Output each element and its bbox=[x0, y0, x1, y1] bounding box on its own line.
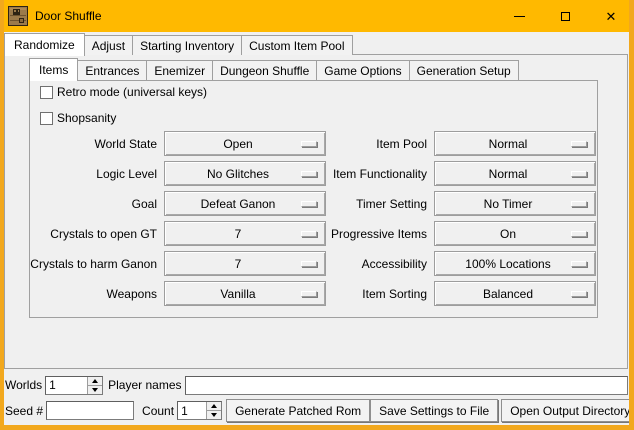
tab-starting-inventory[interactable]: Starting Inventory bbox=[132, 35, 242, 55]
tab-randomize[interactable]: Randomize bbox=[4, 33, 85, 56]
worlds-label: Worlds bbox=[5, 378, 42, 392]
seed-label: Seed # bbox=[5, 404, 43, 418]
dropdown-indicator-icon bbox=[571, 231, 587, 237]
checkbox-icon[interactable] bbox=[40, 112, 53, 125]
randomize-pane: Items Entrances Enemizer Dungeon Shuffle… bbox=[4, 54, 628, 369]
tab-entrances[interactable]: Entrances bbox=[77, 60, 147, 80]
minimize-button[interactable] bbox=[496, 0, 542, 32]
timer-setting-dropdown[interactable]: No Timer bbox=[434, 191, 596, 216]
crystals-gt-label: Crystals to open GT bbox=[30, 221, 164, 246]
world-state-dropdown[interactable]: Open bbox=[164, 131, 326, 156]
crystals-ganon-dropdown[interactable]: 7 bbox=[164, 251, 326, 276]
tab-dungeon-shuffle[interactable]: Dungeon Shuffle bbox=[212, 60, 317, 80]
dropdown-indicator-icon bbox=[571, 201, 587, 207]
window: Door Shuffle ✕ Randomize Adjust Starting… bbox=[0, 0, 634, 430]
count-label: Count bbox=[142, 404, 174, 418]
worlds-spinner[interactable] bbox=[45, 376, 103, 395]
window-content: Randomize Adjust Starting Inventory Cust… bbox=[4, 32, 629, 425]
player-names-input[interactable] bbox=[185, 376, 629, 395]
item-pool-label: Item Pool bbox=[326, 131, 434, 156]
spin-down-button[interactable] bbox=[88, 385, 102, 394]
maximize-icon bbox=[561, 12, 570, 21]
app-icon door-icon bbox=[8, 6, 28, 26]
world-state-label: World State bbox=[30, 131, 164, 156]
dropdown-indicator-icon bbox=[301, 291, 317, 297]
dropdown-indicator-icon bbox=[301, 261, 317, 267]
goal-dropdown[interactable]: Defeat Ganon bbox=[164, 191, 326, 216]
progressive-items-dropdown[interactable]: On bbox=[434, 221, 596, 246]
spin-down-button[interactable] bbox=[207, 410, 221, 419]
window-title: Door Shuffle bbox=[35, 9, 102, 23]
item-sorting-label: Item Sorting bbox=[326, 281, 434, 306]
goal-label: Goal bbox=[30, 191, 164, 216]
shopsanity-checkbox[interactable]: Shopsanity bbox=[40, 111, 116, 125]
progressive-items-label: Progressive Items bbox=[326, 221, 434, 246]
generate-patched-rom-button[interactable]: Generate Patched Rom bbox=[226, 399, 370, 422]
logic-level-dropdown[interactable]: No Glitches bbox=[164, 161, 326, 186]
items-pane: Retro mode (universal keys) Shopsanity W… bbox=[29, 80, 598, 318]
item-sorting-dropdown[interactable]: Balanced bbox=[434, 281, 596, 306]
spin-up-button[interactable] bbox=[88, 377, 102, 385]
dropdown-indicator-icon bbox=[571, 171, 587, 177]
tab-custom-item-pool[interactable]: Custom Item Pool bbox=[241, 35, 352, 55]
item-functionality-label: Item Functionality bbox=[326, 161, 434, 186]
count-value-input[interactable] bbox=[178, 402, 206, 419]
tab-game-options[interactable]: Game Options bbox=[316, 60, 409, 80]
count-spinner[interactable] bbox=[177, 401, 222, 420]
checkbox-icon[interactable] bbox=[40, 86, 53, 99]
item-functionality-dropdown[interactable]: Normal bbox=[434, 161, 596, 186]
spin-down-icon bbox=[211, 413, 217, 417]
retro-mode-checkbox[interactable]: Retro mode (universal keys) bbox=[40, 85, 207, 99]
settings-grid: World State Open Item Pool Normal Logic … bbox=[30, 131, 596, 306]
accessibility-label: Accessibility bbox=[326, 251, 434, 276]
spin-down-icon bbox=[92, 388, 98, 392]
tab-adjust[interactable]: Adjust bbox=[84, 35, 133, 55]
tab-enemizer[interactable]: Enemizer bbox=[146, 60, 213, 80]
dropdown-indicator-icon bbox=[301, 171, 317, 177]
timer-setting-label: Timer Setting bbox=[326, 191, 434, 216]
inner-tab-bar: Items Entrances Enemizer Dungeon Shuffle… bbox=[29, 58, 518, 80]
window-controls: ✕ bbox=[496, 0, 634, 32]
open-output-directory-button[interactable]: Open Output Directory bbox=[501, 399, 634, 422]
spin-up-icon bbox=[211, 404, 217, 408]
spin-up-icon bbox=[92, 379, 98, 383]
logic-level-label: Logic Level bbox=[30, 161, 164, 186]
spin-up-button[interactable] bbox=[207, 402, 221, 410]
weapons-dropdown[interactable]: Vanilla bbox=[164, 281, 326, 306]
titlebar: Door Shuffle ✕ bbox=[0, 0, 634, 32]
dropdown-indicator-icon bbox=[301, 201, 317, 207]
shopsanity-label: Shopsanity bbox=[57, 111, 116, 125]
worlds-value-input[interactable] bbox=[46, 377, 87, 394]
weapons-label: Weapons bbox=[30, 281, 164, 306]
crystals-ganon-label: Crystals to harm Ganon bbox=[30, 251, 164, 276]
item-pool-dropdown[interactable]: Normal bbox=[434, 131, 596, 156]
dropdown-indicator-icon bbox=[571, 291, 587, 297]
worlds-row: Worlds Player names bbox=[5, 375, 628, 395]
dropdown-indicator-icon bbox=[571, 141, 587, 147]
accessibility-dropdown[interactable]: 100% Locations bbox=[434, 251, 596, 276]
player-names-label: Player names bbox=[108, 378, 181, 392]
close-icon: ✕ bbox=[606, 10, 617, 23]
outer-tab-bar: Randomize Adjust Starting Inventory Cust… bbox=[4, 33, 352, 55]
retro-mode-label: Retro mode (universal keys) bbox=[57, 85, 207, 99]
maximize-button[interactable] bbox=[542, 0, 588, 32]
seed-row: Seed # Count Generate Patched Rom Save S… bbox=[5, 399, 628, 422]
dropdown-indicator-icon bbox=[301, 141, 317, 147]
minimize-icon bbox=[514, 16, 525, 17]
seed-input[interactable] bbox=[46, 401, 134, 420]
dropdown-indicator-icon bbox=[301, 231, 317, 237]
tab-generation-setup[interactable]: Generation Setup bbox=[409, 60, 519, 80]
dropdown-indicator-icon bbox=[571, 261, 587, 267]
close-button[interactable]: ✕ bbox=[588, 0, 634, 32]
crystals-gt-dropdown[interactable]: 7 bbox=[164, 221, 326, 246]
tab-items[interactable]: Items bbox=[29, 58, 78, 81]
save-settings-button[interactable]: Save Settings to File bbox=[370, 399, 498, 422]
